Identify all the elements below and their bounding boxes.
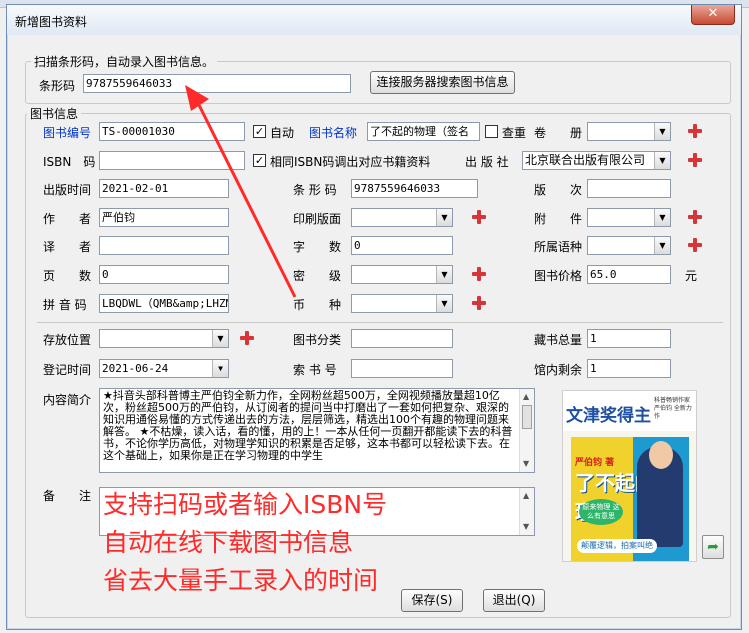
add-currency-plus-icon[interactable] — [472, 296, 486, 310]
section-divider — [37, 322, 723, 323]
reg-date-value: 2021-06-24 — [102, 362, 169, 375]
word-count-input[interactable]: 0 — [351, 236, 453, 255]
cover-sub: 科普畅销作家 严伯钧 全新力作 — [654, 397, 692, 420]
add-location-plus-icon[interactable] — [240, 331, 254, 345]
book-no-label[interactable]: 图书编号 — [43, 124, 91, 141]
isbn-label: ISBN 码 — [43, 155, 96, 169]
reg-date-label: 登记时间 — [43, 363, 92, 377]
volume-label: 卷 册 — [534, 126, 583, 140]
scroll-up-icon[interactable]: ▲ — [523, 490, 529, 502]
exit-button[interactable]: 退出(Q) — [483, 589, 545, 612]
summary-scrollbar[interactable]: ▲ ▼ — [519, 389, 534, 472]
red-arrow-icon — [185, 85, 297, 298]
pages-label: 页 数 — [43, 269, 92, 283]
overlay-line-3: 省去大量手工录入的时间 — [103, 566, 379, 595]
price-input[interactable]: 65.0 — [587, 265, 671, 284]
dialog-titlebar: 新增图书资料 ✕ — [7, 5, 741, 35]
search-server-button[interactable]: 连接服务器搜索图书信息 — [370, 71, 515, 94]
new-book-dialog: 新增图书资料 ✕ 扫描条形码，自动录入图书信息。 条形码 97875596460… — [6, 4, 742, 630]
scroll-up-icon[interactable]: ▲ — [523, 391, 529, 403]
price-unit: 元 — [685, 269, 698, 283]
location-combo[interactable]: ▼ — [99, 329, 229, 348]
load-cover-button[interactable]: ➦ — [702, 535, 724, 559]
save-button[interactable]: 保存(S) — [401, 589, 463, 612]
scan-barcode-label: 条形码 — [39, 79, 76, 93]
summary-label: 内容简介 — [43, 393, 92, 407]
language-label: 所属语种 — [534, 240, 583, 254]
category-label: 图书分类 — [293, 333, 342, 347]
chevron-down-icon[interactable]: ▼ — [654, 237, 670, 254]
scroll-down-icon[interactable]: ▼ — [523, 458, 529, 470]
book-cover-image: 文津奖得主 科普畅销作家 严伯钧 全新力作 严伯钧 著 了不起的物理 原来物理 … — [562, 390, 697, 562]
edition-label: 版 次 — [534, 183, 583, 197]
print-layout-combo[interactable]: ▼ — [351, 208, 453, 227]
scroll-thumb[interactable] — [522, 405, 532, 429]
language-combo[interactable]: ▼ — [587, 236, 671, 255]
add-print-layout-plus-icon[interactable] — [472, 210, 486, 224]
chevron-down-icon[interactable]: ▼ — [654, 123, 670, 140]
call-no-label: 索 书 号 — [293, 363, 337, 377]
close-button[interactable]: ✕ — [691, 5, 735, 25]
cover-badge: 文津奖得主 — [566, 406, 651, 426]
chevron-down-icon[interactable]: ▼ — [436, 266, 452, 283]
translator-label: 译 者 — [43, 240, 92, 254]
publisher-combo[interactable]: 北京联合出版有限公司 ▼ — [522, 151, 671, 170]
pub-date-label: 出版时间 — [43, 183, 92, 197]
volume-combo[interactable]: ▼ — [587, 122, 671, 141]
edition-input[interactable] — [587, 179, 671, 198]
book-name-input[interactable]: 了不起的物理（签名 — [367, 122, 480, 141]
currency-combo[interactable]: ▼ — [351, 294, 453, 313]
remaining-input[interactable]: 1 — [587, 359, 671, 378]
add-language-plus-icon[interactable] — [688, 238, 702, 252]
barcode-input[interactable]: 9787559646033 — [351, 179, 478, 198]
chevron-down-icon[interactable]: ▼ — [436, 295, 452, 312]
scroll-down-icon[interactable]: ▼ — [523, 521, 529, 533]
author-label: 作 者 — [43, 212, 92, 226]
chevron-down-icon[interactable]: ▼ — [212, 330, 228, 347]
chevron-down-icon[interactable]: ▼ — [654, 209, 670, 226]
secret-combo[interactable]: ▼ — [351, 265, 453, 284]
scan-group-title: 扫描条形码，自动录入图书信息。 — [31, 53, 218, 70]
location-label: 存放位置 — [43, 333, 92, 347]
dialog-title: 新增图书资料 — [15, 15, 88, 29]
add-secret-plus-icon[interactable] — [472, 267, 486, 281]
book-name-label[interactable]: 图书名称 — [309, 124, 357, 141]
dup-check-label: 查重 — [502, 126, 527, 140]
summary-text: ★抖音头部科普博主严伯钧全新力作，全网粉丝超500万，全网视频播放量超10亿次，… — [103, 389, 513, 462]
overlay-line-2: 自动在线下载图书信息 — [103, 528, 354, 557]
attach-label: 附 件 — [534, 212, 583, 226]
remaining-label: 馆内剩余 — [534, 363, 583, 377]
add-attach-plus-icon[interactable] — [688, 210, 702, 224]
remark-label: 备 注 — [43, 489, 92, 503]
publisher-value: 北京联合出版有限公司 — [525, 153, 646, 167]
folder-arrow-icon: ➦ — [707, 539, 719, 555]
remark-scrollbar[interactable]: ▲ ▼ — [519, 488, 534, 535]
cover-bar: 颠覆逻辑，拍案叫绝 — [577, 539, 657, 553]
publisher-label: 出 版 社 — [465, 155, 509, 169]
pinyin-label: 拼 音 码 — [43, 298, 87, 312]
total-label: 藏书总量 — [534, 333, 583, 347]
chevron-down-icon[interactable]: ▼ — [436, 209, 452, 226]
reg-date-combo[interactable]: 2021-06-24 ▼ — [99, 359, 229, 378]
cover-plate: 原来物理 这么有意思 — [579, 499, 623, 525]
summary-textarea[interactable]: ★抖音头部科普博主严伯钧全新力作，全网粉丝超500万，全网视频播放量超10亿次，… — [99, 388, 535, 473]
call-no-input[interactable] — [351, 359, 453, 378]
chevron-down-icon[interactable]: ▼ — [654, 152, 670, 169]
add-volume-plus-icon[interactable] — [688, 124, 702, 138]
attach-combo[interactable]: ▼ — [587, 208, 671, 227]
chevron-down-icon[interactable]: ▼ — [212, 360, 228, 377]
total-input[interactable]: 1 — [587, 329, 671, 348]
dup-check-checkbox[interactable] — [485, 125, 498, 138]
overlay-line-1: 支持扫码或者输入ISBN号 — [103, 490, 388, 519]
price-label: 图书价格 — [534, 269, 583, 283]
info-group-title: 图书信息 — [27, 105, 82, 122]
category-input[interactable] — [351, 329, 453, 348]
add-publisher-plus-icon[interactable] — [688, 153, 702, 167]
